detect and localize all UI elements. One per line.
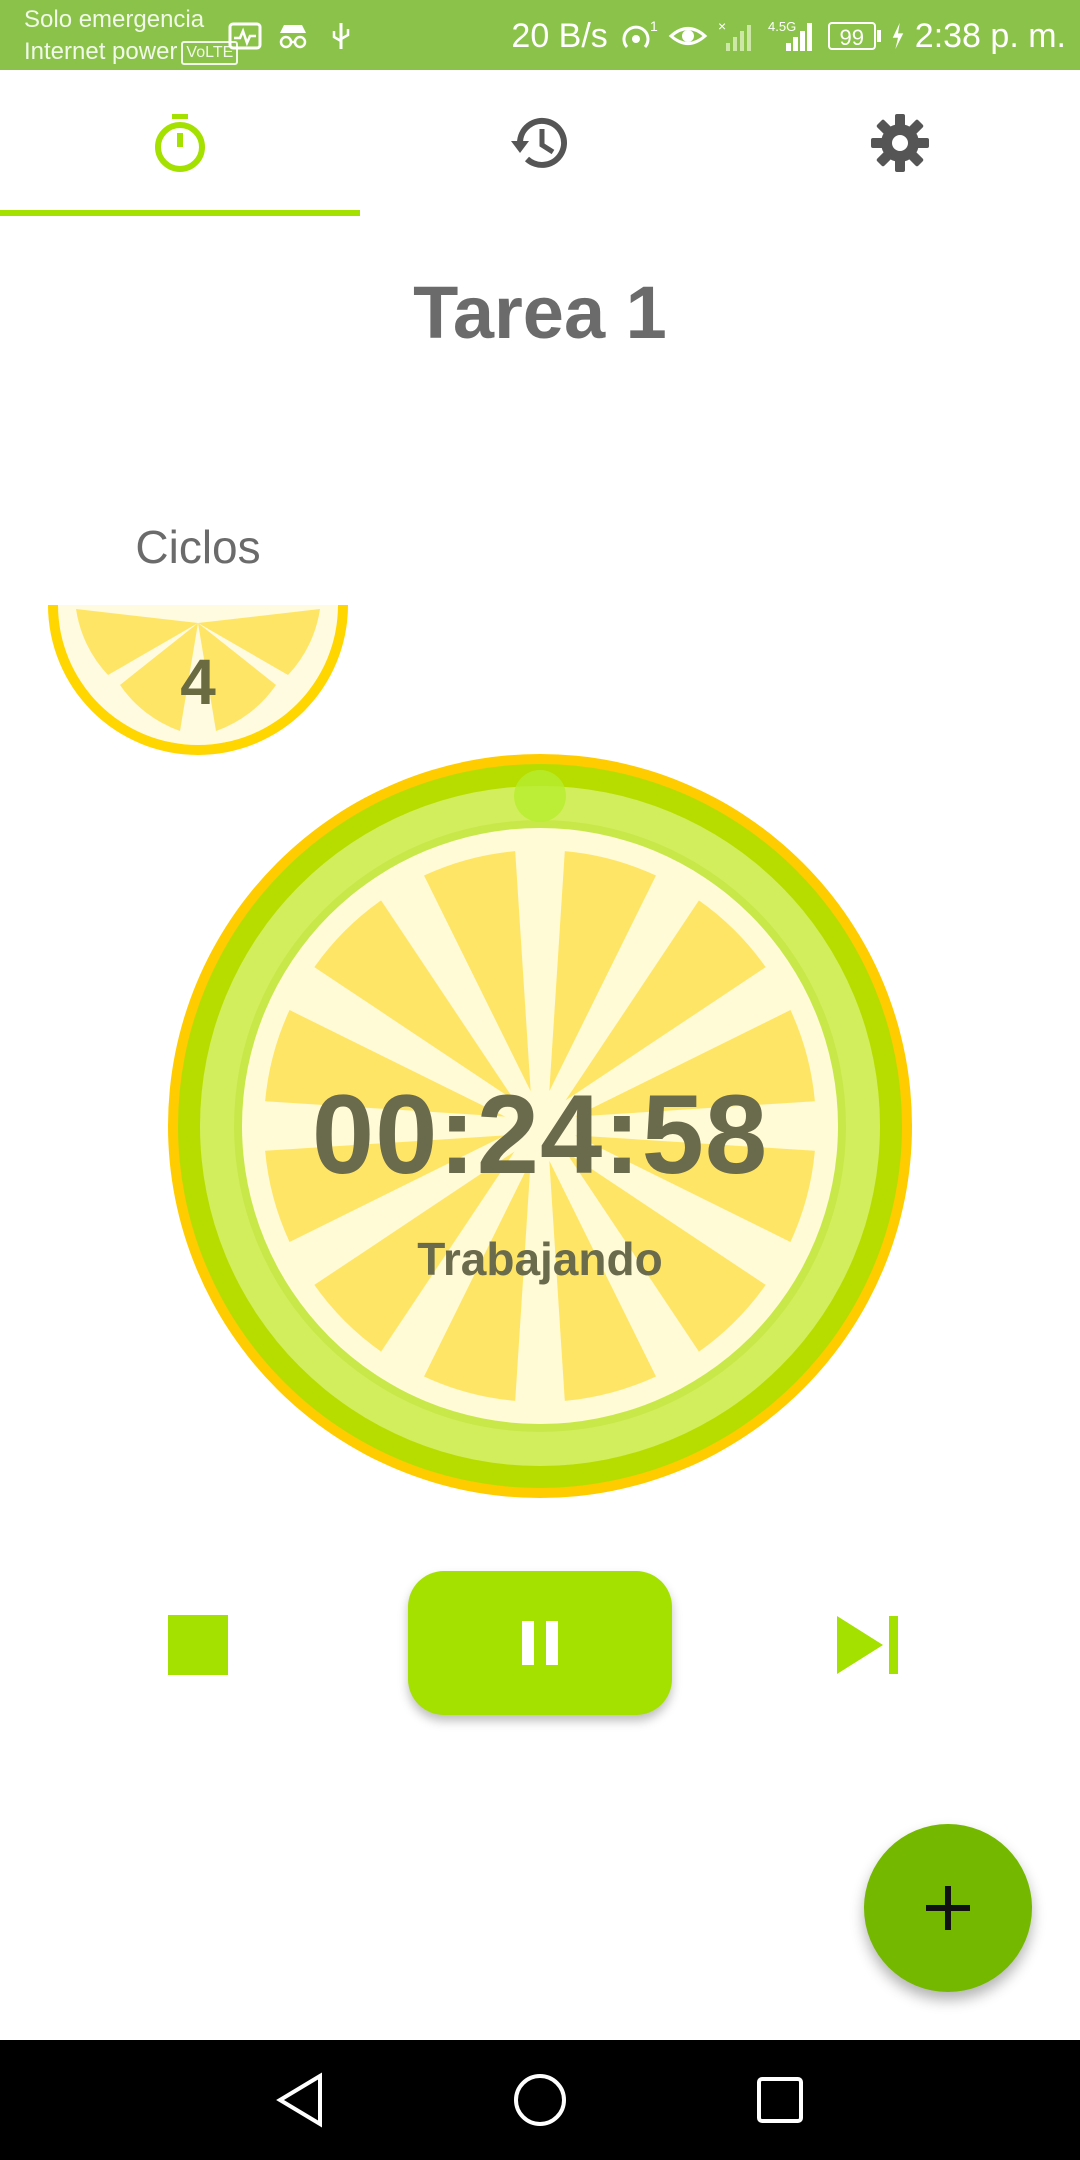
tab-timer[interactable]: [0, 70, 360, 216]
stop-icon: [168, 1615, 228, 1675]
cycles-count: 4: [180, 646, 216, 718]
nav-recents-button[interactable]: [700, 2040, 860, 2160]
system-nav-bar: [0, 2040, 1080, 2160]
eye-icon: [668, 27, 708, 45]
charging-icon: [892, 22, 904, 50]
network-speed: 20 B/s: [511, 16, 608, 55]
usb-icon: [332, 23, 350, 49]
signal-x-icon: ×: [718, 19, 751, 51]
recents-icon: [757, 2077, 803, 2123]
add-task-button[interactable]: [864, 1824, 1032, 1992]
battery-level: 99: [827, 22, 876, 50]
active-tab-indicator: [0, 210, 360, 216]
battery-icon: 99: [827, 22, 881, 50]
status-carrier: Solo emergencia Internet power VoLTE: [24, 4, 239, 68]
data-type-label: 4.5G: [768, 19, 796, 34]
hotspot-icon: 1: [622, 19, 658, 48]
svg-text:×: ×: [718, 19, 726, 34]
cycles-label: Ciclos: [135, 521, 261, 573]
home-icon: [514, 2074, 566, 2126]
history-icon: [511, 117, 567, 168]
pause-button[interactable]: [408, 1571, 672, 1715]
timer-time: 00:24:58: [311, 1072, 769, 1197]
signal-icon: 4.5G: [768, 19, 812, 51]
hotspot-badge: 1: [650, 19, 658, 34]
plus-icon: [926, 1886, 970, 1930]
skip-button[interactable]: [810, 1590, 926, 1700]
tab-history[interactable]: [360, 70, 720, 216]
tab-bar: [0, 70, 1080, 216]
status-notification-icons: [228, 20, 358, 52]
tab-settings[interactable]: [720, 70, 1080, 216]
stop-button[interactable]: [140, 1590, 256, 1700]
status-system-icons: 20 B/s 1 × 4.5G 99 2:38 p. m.: [511, 12, 1066, 60]
status-bar: Solo emergencia Internet power VoLTE 20 B…: [0, 0, 1080, 70]
task-title[interactable]: Tarea 1: [0, 270, 1080, 355]
skip-next-icon: [837, 1616, 898, 1674]
pause-icon: [522, 1621, 558, 1665]
status-line-1: Solo emergencia: [24, 6, 205, 33]
clock: 2:38 p. m.: [914, 16, 1066, 55]
progress-knob: [514, 770, 566, 822]
back-icon: [276, 2072, 322, 2128]
status-line-2: Internet power: [24, 38, 178, 65]
stopwatch-icon: [155, 114, 205, 172]
gear-icon: [871, 114, 929, 172]
nav-home-button[interactable]: [460, 2040, 620, 2160]
incognito-icon: [279, 25, 307, 49]
nav-back-button[interactable]: [220, 2040, 380, 2160]
activity-icon: [228, 22, 262, 50]
timer-state: Trabajando: [417, 1233, 663, 1285]
